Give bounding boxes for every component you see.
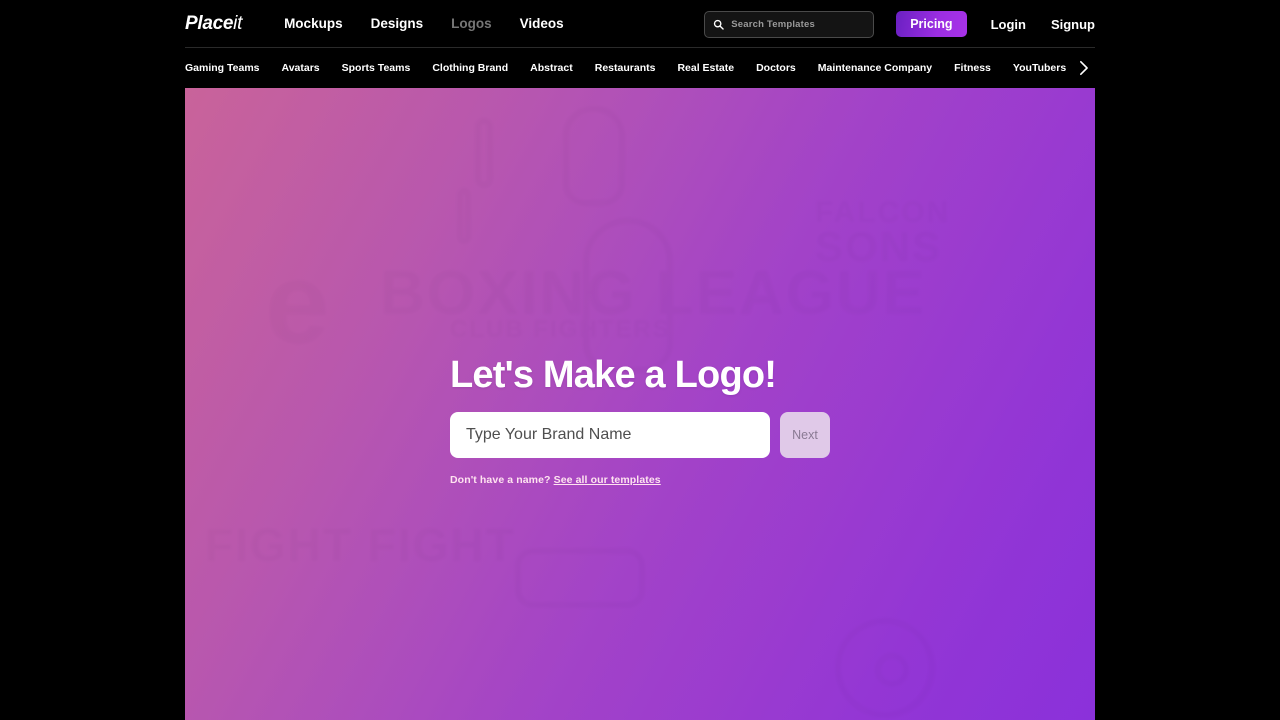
search-placeholder-text: Search Templates xyxy=(731,18,815,30)
nav-item-designs[interactable]: Designs xyxy=(371,16,424,31)
category-clothing-brand[interactable]: Clothing Brand xyxy=(432,62,508,74)
category-navigation-bar: Gaming Teams Avatars Sports Teams Clothi… xyxy=(185,48,1095,88)
next-button[interactable]: Next xyxy=(780,412,830,458)
brand-name-input[interactable] xyxy=(450,412,770,458)
page-root: Placeit Mockups Designs Logos Videos Sea… xyxy=(0,0,1280,720)
top-navigation-bar: Placeit Mockups Designs Logos Videos Sea… xyxy=(185,0,1095,48)
placeit-logo[interactable]: Placeit xyxy=(185,13,242,35)
category-youtubers[interactable]: YouTubers xyxy=(1013,62,1066,74)
category-restaurants[interactable]: Restaurants xyxy=(595,62,656,74)
primary-nav: Mockups Designs Logos Videos xyxy=(284,16,564,31)
nav-item-mockups[interactable]: Mockups xyxy=(284,16,343,31)
search-icon xyxy=(714,19,724,30)
top-right-actions: Search Templates Pricing Login Signup xyxy=(704,0,1095,48)
chevron-right-icon xyxy=(1079,60,1088,76)
helper-prefix-text: Don't have a name? xyxy=(450,474,554,486)
nav-item-logos[interactable]: Logos xyxy=(451,16,492,31)
category-scroll-next-button[interactable] xyxy=(1071,48,1095,88)
no-name-helper-text: Don't have a name? See all our templates xyxy=(450,474,850,486)
category-doctors[interactable]: Doctors xyxy=(756,62,796,74)
pricing-button[interactable]: Pricing xyxy=(896,11,967,37)
category-maintenance-company[interactable]: Maintenance Company xyxy=(818,62,932,74)
search-box[interactable]: Search Templates xyxy=(704,10,875,38)
category-fitness[interactable]: Fitness xyxy=(954,62,991,74)
login-link[interactable]: Login xyxy=(991,17,1026,32)
category-sports-teams[interactable]: Sports Teams xyxy=(342,62,411,74)
logo-light-text: it xyxy=(233,12,243,34)
category-avatars[interactable]: Avatars xyxy=(282,62,320,74)
hero-title: Let's Make a Logo! xyxy=(450,354,777,396)
signup-link[interactable]: Signup xyxy=(1051,17,1095,32)
hero-banner: e BOXING LEAGUE CLUB FIGHTERS FALCON SON… xyxy=(185,88,1095,720)
category-abstract[interactable]: Abstract xyxy=(530,62,573,74)
nav-item-videos[interactable]: Videos xyxy=(520,16,564,31)
logo-bold-text: Place xyxy=(185,12,234,34)
category-real-estate[interactable]: Real Estate xyxy=(677,62,734,74)
see-all-templates-link[interactable]: See all our templates xyxy=(554,474,661,486)
hero-content: Let's Make a Logo! Next Don't have a nam… xyxy=(450,356,850,486)
brand-name-form: Next xyxy=(450,412,850,458)
content-container: Placeit Mockups Designs Logos Videos Sea… xyxy=(185,0,1095,720)
category-gaming-teams[interactable]: Gaming Teams xyxy=(185,62,260,74)
